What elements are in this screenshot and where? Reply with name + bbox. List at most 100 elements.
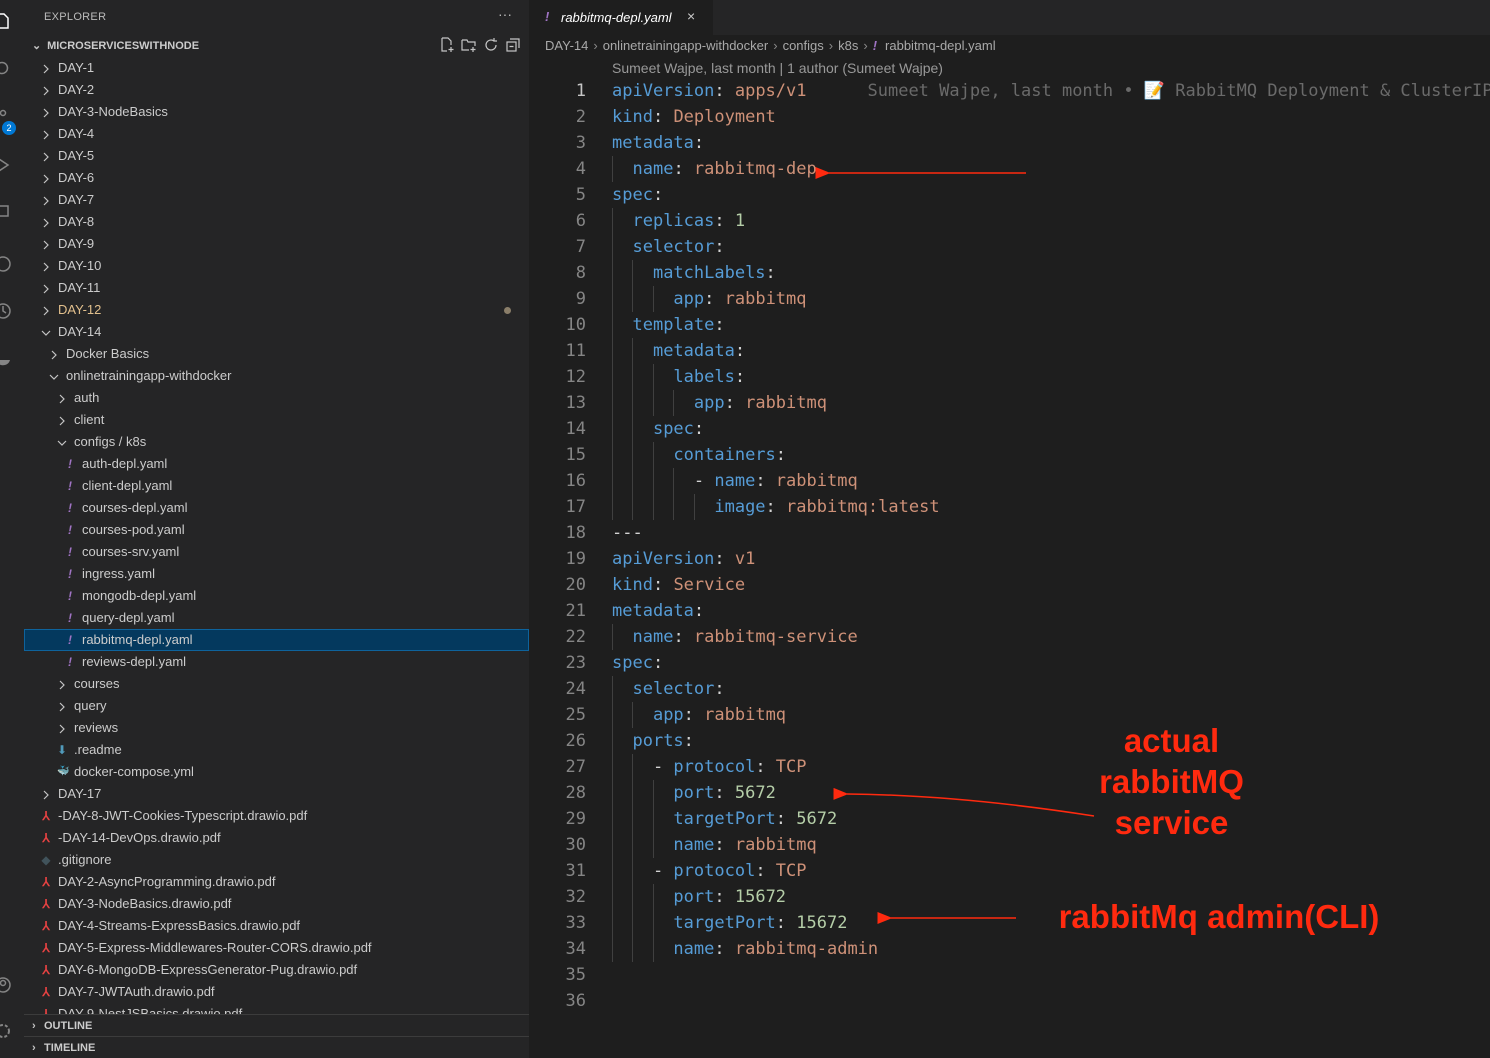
tree-item-label: courses-depl.yaml bbox=[82, 500, 188, 515]
folder-item[interactable]: DAY-5 bbox=[24, 145, 529, 167]
chevron-right-icon bbox=[40, 145, 52, 167]
file-item[interactable]: 🐳 docker-compose.yml bbox=[24, 761, 529, 783]
collapse-all-icon[interactable] bbox=[505, 37, 521, 53]
arrow-to-port bbox=[833, 787, 1095, 817]
file-item[interactable]: ⅄ DAY-4-Streams-ExpressBasics.drawio.pdf bbox=[24, 915, 529, 937]
files-icon[interactable] bbox=[0, 12, 12, 30]
tree-item-label: auth bbox=[74, 390, 100, 405]
yaml-file-icon: ! bbox=[68, 589, 72, 603]
tree-item-label: DAY-7-JWTAuth.drawio.pdf bbox=[58, 984, 215, 999]
file-item[interactable]: ! auth-depl.yaml bbox=[24, 453, 529, 475]
folder-item[interactable]: DAY-3-NodeBasics bbox=[24, 101, 529, 123]
docker-icon[interactable] bbox=[0, 350, 12, 368]
file-item[interactable]: ! courses-srv.yaml bbox=[24, 541, 529, 563]
file-item[interactable]: ! reviews-depl.yaml bbox=[24, 651, 529, 673]
search-icon[interactable] bbox=[0, 60, 12, 78]
folder-item[interactable]: DAY-4 bbox=[24, 123, 529, 145]
file-item[interactable]: ! client-depl.yaml bbox=[24, 475, 529, 497]
tree-item-label: DAY-11 bbox=[58, 280, 101, 295]
tree-item-label: DAY-6-MongoDB-ExpressGenerator-Pug.drawi… bbox=[58, 962, 358, 977]
folder-item[interactable]: onlinetrainingapp-withdocker bbox=[24, 365, 529, 387]
tree-item-label: -DAY-8-JWT-Cookies-Typescript.drawio.pdf bbox=[58, 808, 308, 823]
pdf-file-icon: ⅄ bbox=[42, 985, 50, 999]
yaml-file-icon: ! bbox=[68, 545, 72, 559]
file-item[interactable]: ! rabbitmq-depl.yaml bbox=[24, 629, 529, 651]
source-control-badge: 2 bbox=[2, 121, 16, 135]
tree-item-label: DAY-6 bbox=[58, 170, 95, 185]
tree-item-label: .gitignore bbox=[58, 852, 112, 867]
file-item[interactable]: ! courses-pod.yaml bbox=[24, 519, 529, 541]
file-item[interactable]: ⅄ DAY-3-NodeBasics.drawio.pdf bbox=[24, 893, 529, 915]
chevron-down-icon bbox=[40, 321, 52, 343]
pdf-file-icon: ⅄ bbox=[42, 1007, 50, 1014]
tree-item-label: DAY-4 bbox=[58, 126, 95, 141]
gear-icon[interactable] bbox=[0, 1022, 12, 1040]
tree-item-label: docker-compose.yml bbox=[74, 764, 194, 779]
folder-item[interactable]: DAY-10 bbox=[24, 255, 529, 277]
new-folder-icon[interactable] bbox=[461, 37, 477, 53]
folder-item[interactable]: DAY-11 bbox=[24, 277, 529, 299]
pdf-file-icon: ⅄ bbox=[42, 919, 50, 933]
tree-item-label: DAY-3-NodeBasics.drawio.pdf bbox=[58, 896, 232, 911]
chevron-down-icon: ⌄ bbox=[32, 40, 42, 52]
folder-item[interactable]: DAY-9 bbox=[24, 233, 529, 255]
new-file-icon[interactable] bbox=[439, 37, 455, 53]
yaml-file-icon: ! bbox=[68, 633, 72, 647]
file-item[interactable]: ⅄ -DAY-14-DevOps.drawio.pdf bbox=[24, 827, 529, 849]
timeline-icon[interactable] bbox=[0, 302, 12, 320]
folder-item[interactable]: query bbox=[24, 695, 529, 717]
more-actions-button[interactable]: ··· bbox=[498, 6, 512, 22]
tree-item-label: DAY-7 bbox=[58, 192, 95, 207]
outline-section[interactable]: › OUTLINE bbox=[24, 1014, 529, 1037]
timeline-section[interactable]: › TIMELINE bbox=[24, 1036, 529, 1058]
folder-item[interactable]: configs / k8s bbox=[24, 431, 529, 453]
tree-item-label: -DAY-14-DevOps.drawio.pdf bbox=[58, 830, 221, 845]
tree-item-label: client bbox=[74, 412, 105, 427]
tree-item-label: DAY-3-NodeBasics bbox=[58, 104, 168, 119]
chevron-right-icon bbox=[40, 211, 52, 233]
run-debug-icon[interactable] bbox=[0, 156, 12, 174]
outline-title: › OUTLINE bbox=[32, 1020, 93, 1032]
file-item[interactable]: ⅄ DAY-7-JWTAuth.drawio.pdf bbox=[24, 981, 529, 1003]
workspace-section-header[interactable]: ⌄ MICROSERVICESWITHNODE bbox=[32, 35, 199, 57]
file-item[interactable]: ⅄ DAY-6-MongoDB-ExpressGenerator-Pug.draw… bbox=[24, 959, 529, 981]
folder-item[interactable]: auth bbox=[24, 387, 529, 409]
folder-item[interactable]: courses bbox=[24, 673, 529, 695]
file-item[interactable]: ⅄ DAY-5-Express-Middlewares-Router-CORS.d… bbox=[24, 937, 529, 959]
editor-area: ! rabbitmq-depl.yaml × DAY-14 › onlinetrai… bbox=[529, 0, 1490, 1058]
folder-item[interactable]: DAY-17 bbox=[24, 783, 529, 805]
folder-item[interactable]: DAY-8 bbox=[24, 211, 529, 233]
folder-item[interactable]: DAY-14 bbox=[24, 321, 529, 343]
chevron-right-icon bbox=[40, 123, 52, 145]
remote-explorer-icon[interactable] bbox=[0, 255, 12, 273]
explorer-sidebar: EXPLORER ··· ⌄ MICROSERVICESWITHNODE DAY… bbox=[24, 0, 529, 1058]
file-item[interactable]: ! query-depl.yaml bbox=[24, 607, 529, 629]
account-icon[interactable] bbox=[0, 976, 12, 994]
folder-item[interactable]: DAY-7 bbox=[24, 189, 529, 211]
file-item[interactable]: ! ingress.yaml bbox=[24, 563, 529, 585]
folder-item[interactable]: reviews bbox=[24, 717, 529, 739]
file-item[interactable]: ⅄ -DAY-8-JWT-Cookies-Typescript.drawio.pd… bbox=[24, 805, 529, 827]
extensions-icon[interactable] bbox=[0, 202, 12, 220]
file-item[interactable]: ◆ .gitignore bbox=[24, 849, 529, 871]
folder-item[interactable]: DAY-12 bbox=[24, 299, 529, 321]
folder-item[interactable]: Docker Basics bbox=[24, 343, 529, 365]
yaml-file-icon: ! bbox=[68, 655, 72, 669]
markdown-file-icon: ⬇ bbox=[57, 743, 68, 757]
pdf-file-icon: ⅄ bbox=[42, 897, 50, 911]
folder-item[interactable]: DAY-6 bbox=[24, 167, 529, 189]
file-item[interactable]: ! mongodb-depl.yaml bbox=[24, 585, 529, 607]
tree-item-label: rabbitmq-depl.yaml bbox=[82, 632, 193, 647]
file-item[interactable]: ! courses-depl.yaml bbox=[24, 497, 529, 519]
chevron-down-icon bbox=[56, 431, 68, 453]
file-item[interactable]: ⅄ DAY-2-AsyncProgramming.drawio.pdf bbox=[24, 871, 529, 893]
refresh-icon[interactable] bbox=[483, 37, 499, 53]
chevron-right-icon bbox=[56, 409, 68, 431]
tree-item-label: DAY-14 bbox=[58, 324, 102, 339]
tree-item-label: DAY-2-AsyncProgramming.drawio.pdf bbox=[58, 874, 276, 889]
folder-item[interactable]: DAY-1 bbox=[24, 57, 529, 79]
folder-item[interactable]: DAY-2 bbox=[24, 79, 529, 101]
file-item[interactable]: ⬇ .readme bbox=[24, 739, 529, 761]
folder-item[interactable]: client bbox=[24, 409, 529, 431]
file-item[interactable]: ⅄ DAY-9-NestJSBasics.drawio.pdf bbox=[24, 1003, 529, 1014]
